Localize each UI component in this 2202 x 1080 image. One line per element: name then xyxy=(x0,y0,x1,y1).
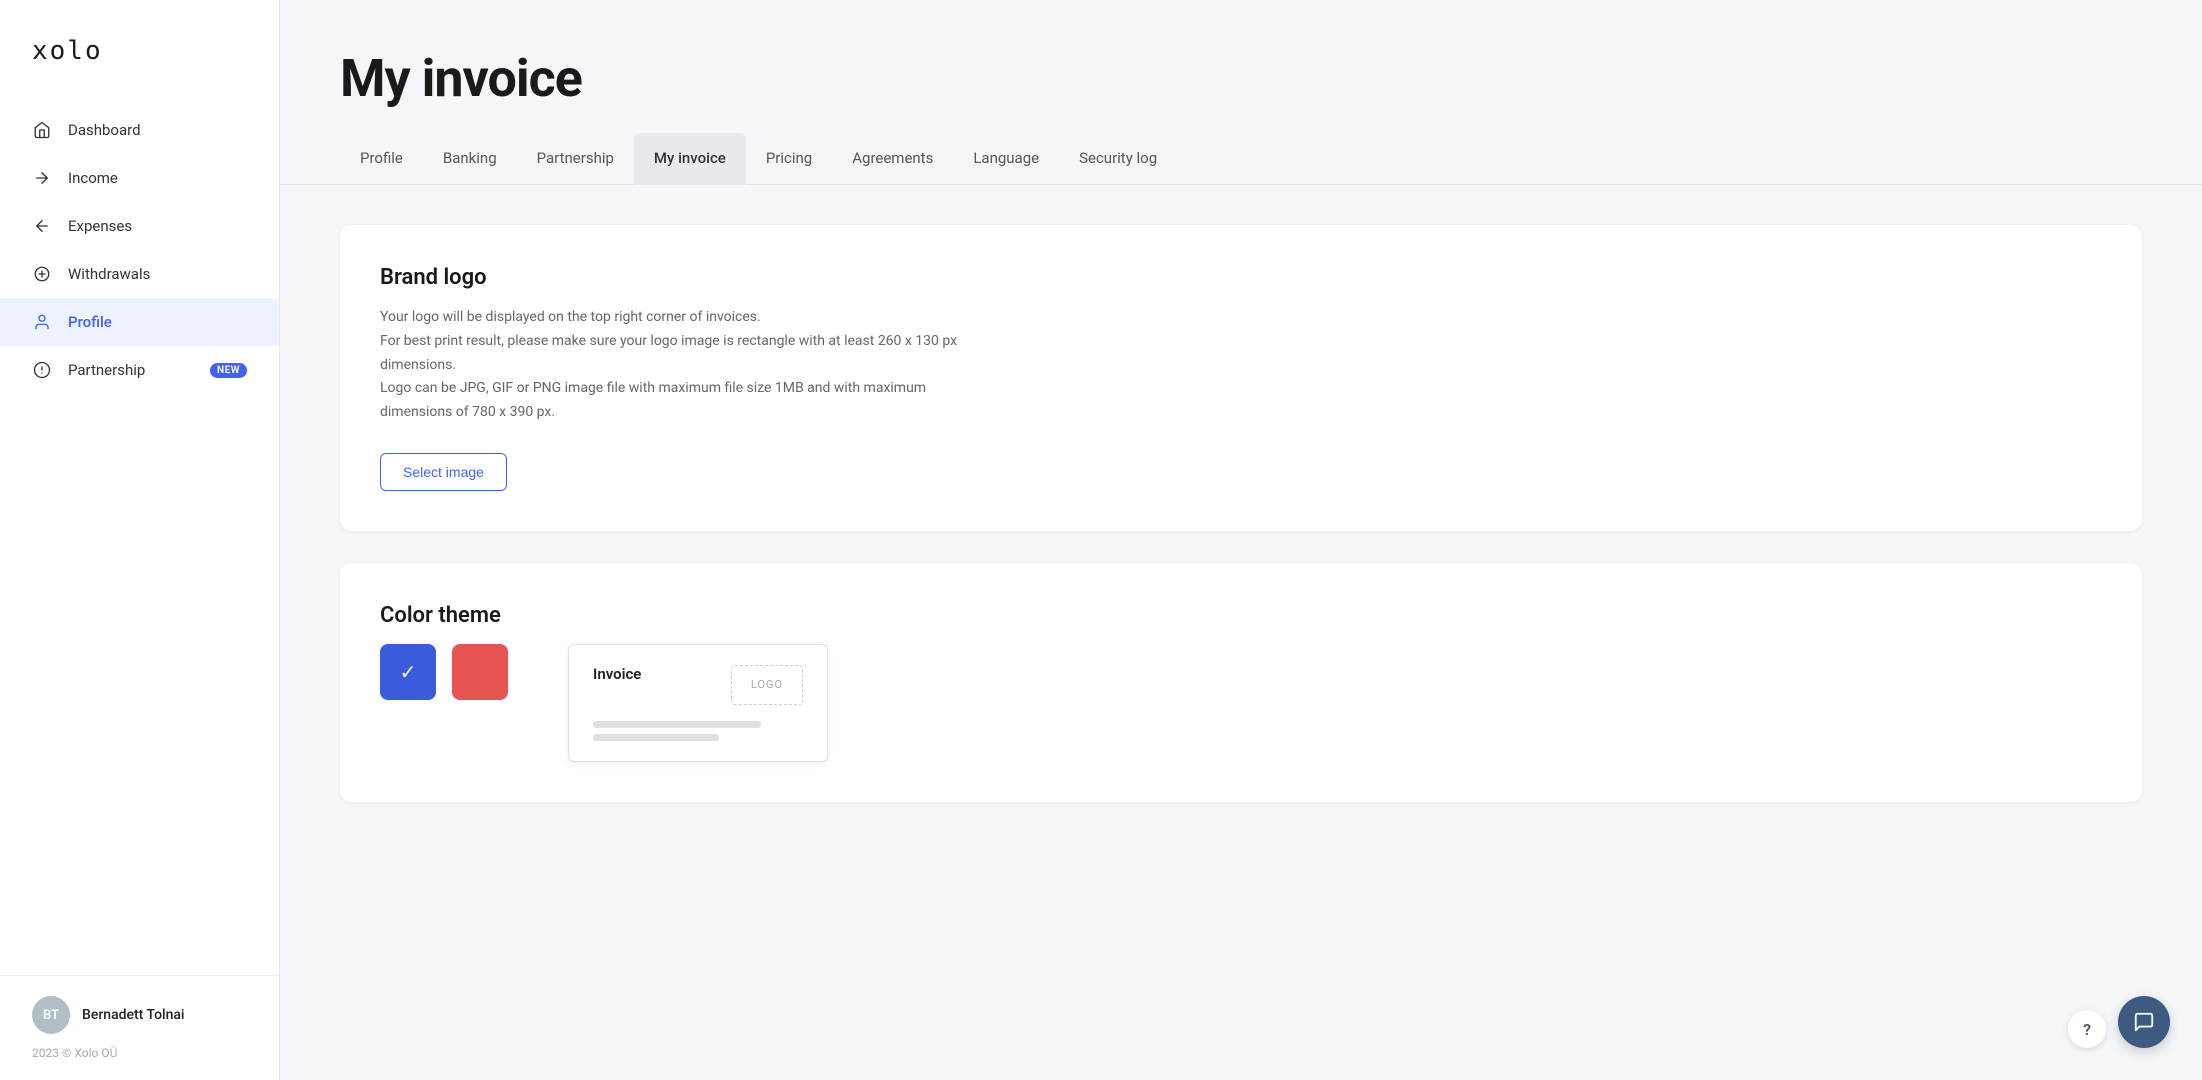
check-icon-blue: ✓ xyxy=(400,660,417,684)
dashboard-icon xyxy=(32,120,52,140)
help-button[interactable]: ? xyxy=(2068,1010,2106,1048)
tab-partnership[interactable]: Partnership xyxy=(517,133,634,185)
tab-my-invoice[interactable]: My invoice xyxy=(634,133,746,185)
sidebar-item-label-partnership: Partnership xyxy=(68,361,145,379)
page-title: My invoice xyxy=(340,48,2142,109)
tab-agreements[interactable]: Agreements xyxy=(832,133,953,185)
sidebar: xolo Dashboard Income xyxy=(0,0,280,1080)
sidebar-item-income[interactable]: Income xyxy=(0,154,279,202)
color-swatch-red[interactable] xyxy=(452,644,508,700)
sidebar-item-profile[interactable]: Profile xyxy=(0,298,279,346)
content-area: Brand logo Your logo will be displayed o… xyxy=(280,185,2202,1080)
sidebar-item-label-expenses: Expenses xyxy=(68,217,132,235)
color-theme-title: Color theme xyxy=(380,603,2102,628)
sidebar-footer: BT Bernadett Tolnai 2023 © Xolo OÜ xyxy=(0,975,279,1080)
brand-logo: xolo xyxy=(0,0,279,98)
sidebar-item-label-dashboard: Dashboard xyxy=(68,121,141,139)
color-swatch-blue[interactable]: ✓ xyxy=(380,644,436,700)
chat-button[interactable] xyxy=(2118,996,2170,1048)
select-image-button[interactable]: Select image xyxy=(380,453,507,491)
partnership-badge: NEW xyxy=(210,363,247,378)
color-theme-section: Color theme ✓ Invoice LOGO xyxy=(340,563,2142,802)
expenses-icon xyxy=(32,216,52,236)
brand-logo-desc-line3: Logo can be JPG, GIF or PNG image file w… xyxy=(380,380,926,420)
invoice-line-1 xyxy=(593,721,761,728)
sidebar-nav: Dashboard Income Expenses xyxy=(0,98,279,975)
brand-logo-description: Your logo will be displayed on the top r… xyxy=(380,306,1000,425)
sidebar-item-label-income: Income xyxy=(68,169,118,187)
user-info: BT Bernadett Tolnai xyxy=(32,996,247,1034)
invoice-preview-top: Invoice LOGO xyxy=(593,665,803,705)
brand-logo-desc-line1: Your logo will be displayed on the top r… xyxy=(380,309,761,325)
color-swatches: ✓ xyxy=(380,644,508,700)
profile-icon xyxy=(32,312,52,332)
sidebar-item-label-withdrawals: Withdrawals xyxy=(68,265,150,283)
invoice-label: Invoice xyxy=(593,665,641,683)
user-name: Bernadett Tolnai xyxy=(82,1007,185,1023)
main-content: My invoice Profile Banking Partnership M… xyxy=(280,0,2202,1080)
brand-logo-desc-line2: For best print result, please make sure … xyxy=(380,333,957,373)
sidebar-item-dashboard[interactable]: Dashboard xyxy=(0,106,279,154)
invoice-line-2 xyxy=(593,734,719,741)
copyright-text: 2023 © Xolo OÜ xyxy=(32,1046,247,1060)
sidebar-item-withdrawals[interactable]: Withdrawals xyxy=(0,250,279,298)
sidebar-item-expenses[interactable]: Expenses xyxy=(0,202,279,250)
invoice-preview-card: Invoice LOGO xyxy=(568,644,828,762)
tabs-bar: Profile Banking Partnership My invoice P… xyxy=(280,133,2202,185)
tab-pricing[interactable]: Pricing xyxy=(746,133,832,185)
tab-security-log[interactable]: Security log xyxy=(1059,133,1177,185)
tab-language[interactable]: Language xyxy=(953,133,1059,185)
invoice-lines xyxy=(593,721,803,741)
page-header: My invoice xyxy=(280,0,2202,133)
avatar: BT xyxy=(32,996,70,1034)
tab-banking[interactable]: Banking xyxy=(423,133,517,185)
brand-logo-title: Brand logo xyxy=(380,265,2102,290)
withdrawals-icon xyxy=(32,264,52,284)
tab-profile[interactable]: Profile xyxy=(340,133,423,185)
income-icon xyxy=(32,168,52,188)
sidebar-item-partnership[interactable]: Partnership NEW xyxy=(0,346,279,394)
sidebar-item-label-profile: Profile xyxy=(68,313,112,331)
partnership-icon xyxy=(32,360,52,380)
brand-logo-section: Brand logo Your logo will be displayed o… xyxy=(340,225,2142,531)
logo-placeholder: LOGO xyxy=(731,665,803,705)
